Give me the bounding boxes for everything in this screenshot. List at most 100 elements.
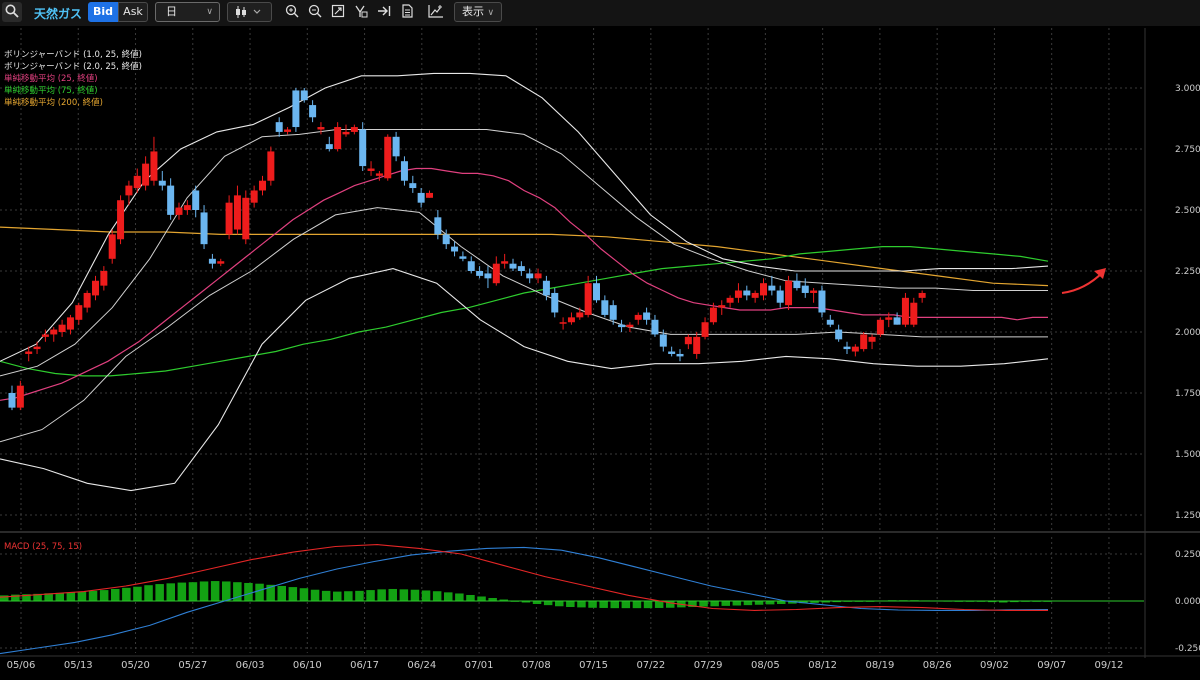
candle-body[interactable] [200,212,208,245]
timeframe-select[interactable]: 日 ∨ [155,2,220,22]
candle-body[interactable] [476,271,484,276]
candle-body[interactable] [284,129,292,132]
candle-body[interactable] [492,263,500,284]
candle-body[interactable] [634,314,642,320]
candle-body[interactable] [350,127,358,132]
candle-body[interactable] [551,292,559,313]
candle-body[interactable] [684,336,692,345]
candle-body[interactable] [559,322,567,324]
candle-body[interactable] [183,205,191,210]
candle-body[interactable] [709,307,717,323]
candle-body[interactable] [467,261,475,271]
candle-body[interactable] [484,273,492,279]
candle-body[interactable] [225,202,233,235]
candle-body[interactable] [375,173,383,176]
candle-body[interactable] [392,136,400,157]
candle-body[interactable] [33,346,41,350]
candle-body[interactable] [208,258,216,264]
document-button[interactable] [397,2,417,22]
candle-body[interactable] [459,256,467,259]
candle-body[interactable] [317,127,325,130]
candle-body[interactable] [92,280,99,296]
candle-body[interactable] [910,302,918,325]
candle-body[interactable] [167,185,175,215]
candle-body[interactable] [442,234,450,245]
candle-body[interactable] [133,175,141,189]
candle-body[interactable] [643,312,651,320]
candle-body[interactable] [718,305,726,308]
candle-body[interactable] [876,319,884,335]
candle-body[interactable] [192,190,200,210]
bid-button[interactable]: Bid [88,2,118,22]
chart-area[interactable]: 05/06 05/13 05/20 05/27 06/03 06/10 06/17 06/24… [0,27,1200,676]
candle-body[interactable] [267,151,275,181]
candle-body[interactable] [776,290,784,303]
ask-button[interactable]: Ask [118,2,148,22]
candle-body[interactable] [259,180,266,191]
candle-body[interactable] [843,346,851,350]
candle-body[interactable] [693,336,701,354]
candle-body[interactable] [835,329,843,340]
candle-body[interactable] [125,185,133,196]
candle-body[interactable] [150,151,158,181]
candle-body[interactable] [142,163,150,186]
candle-body[interactable] [359,129,367,167]
candle-body[interactable] [384,136,392,179]
candle-body[interactable] [292,90,300,128]
candle-body[interactable] [567,317,575,323]
candle-body[interactable] [751,292,759,298]
candle-body[interactable] [785,280,793,306]
candle-body[interactable] [58,324,66,332]
candle-body[interactable] [868,336,876,342]
candle-body[interactable] [367,168,375,171]
candle-body[interactable] [768,285,776,291]
candle-body[interactable] [542,280,550,296]
candle-body[interactable] [16,385,24,408]
candle-body[interactable] [108,234,116,259]
candle-body[interactable] [701,322,709,337]
candle-body[interactable] [726,297,734,303]
candle-body[interactable] [810,290,818,293]
candle-body[interactable] [409,183,417,189]
candle-body[interactable] [25,351,33,354]
candle-body[interactable] [400,161,408,181]
candle-body[interactable] [676,353,684,357]
candle-body[interactable] [593,283,600,301]
candle-body[interactable] [334,127,342,149]
candle-body[interactable] [534,273,542,279]
candle-body[interactable] [760,283,767,296]
candle-body[interactable] [175,207,183,215]
zoom-in-button[interactable] [282,2,302,22]
candle-body[interactable] [309,105,317,118]
add-indicator-button[interactable] [425,2,447,22]
candle-body[interactable] [100,271,108,286]
candle-body[interactable] [158,180,166,186]
candle-body[interactable] [417,192,425,203]
candle-body[interactable] [826,319,834,325]
candle-body[interactable] [342,131,350,135]
candle-body[interactable] [233,195,241,230]
candle-body[interactable] [584,283,592,315]
candle-body[interactable] [75,305,83,320]
search-button[interactable] [2,2,22,22]
candle-body[interactable] [250,190,258,203]
candle-body[interactable] [517,266,525,271]
price-chart[interactable]: 05/06 05/13 05/20 05/27 06/03 06/10 06/17 06/24… [0,27,1200,676]
candle-body[interactable] [242,197,250,240]
instrument-name[interactable]: 天然ガス [34,5,82,22]
candle-body[interactable] [325,144,333,149]
candle-body[interactable] [860,334,868,350]
go-latest-button[interactable] [374,2,394,22]
candle-body[interactable] [743,290,751,296]
candle-body[interactable] [818,290,826,313]
candle-body[interactable] [893,317,901,325]
candle-body[interactable] [8,393,16,408]
candle-body[interactable] [451,246,459,252]
candle-body[interactable] [576,312,584,318]
candle-body[interactable] [526,273,534,279]
zoom-out-button[interactable] [305,2,325,22]
candle-body[interactable] [66,317,74,330]
candle-body[interactable] [83,292,91,308]
candle-body[interactable] [885,317,893,320]
candle-body[interactable] [41,334,49,337]
